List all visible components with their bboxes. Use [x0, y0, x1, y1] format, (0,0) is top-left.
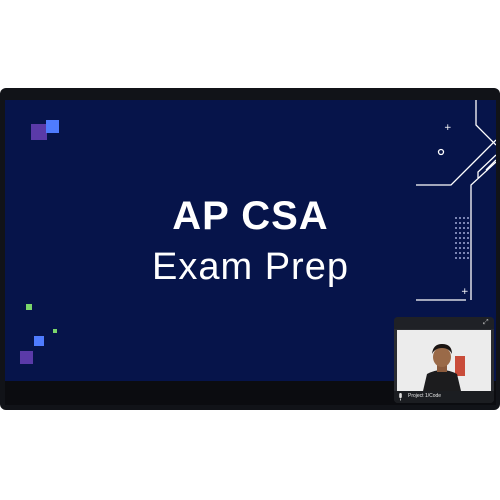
mic-icon[interactable]: [398, 393, 403, 401]
participant-video: [397, 330, 491, 391]
expand-icon[interactable]: ⤢: [483, 319, 490, 326]
participant-name: Project 1/Code: [408, 393, 442, 399]
decor-square-blue: [34, 336, 44, 346]
decor-square-green-small: [53, 329, 57, 333]
svg-text:+: +: [444, 123, 452, 133]
decor-square-green: [26, 304, 32, 310]
slide-title: AP CSA: [172, 194, 329, 238]
decor-square-purple: [31, 124, 47, 140]
decor-square-blue: [46, 120, 59, 133]
slide-subtitle: Exam Prep: [152, 246, 349, 288]
participant-name-bar: Project 1/Code: [394, 391, 494, 403]
participant-person-image: [397, 330, 491, 391]
tile-header: ⤢: [394, 317, 494, 329]
decor-square-purple: [20, 351, 33, 364]
participant-video-tile[interactable]: ⤢ Project 1/Code: [394, 317, 494, 403]
